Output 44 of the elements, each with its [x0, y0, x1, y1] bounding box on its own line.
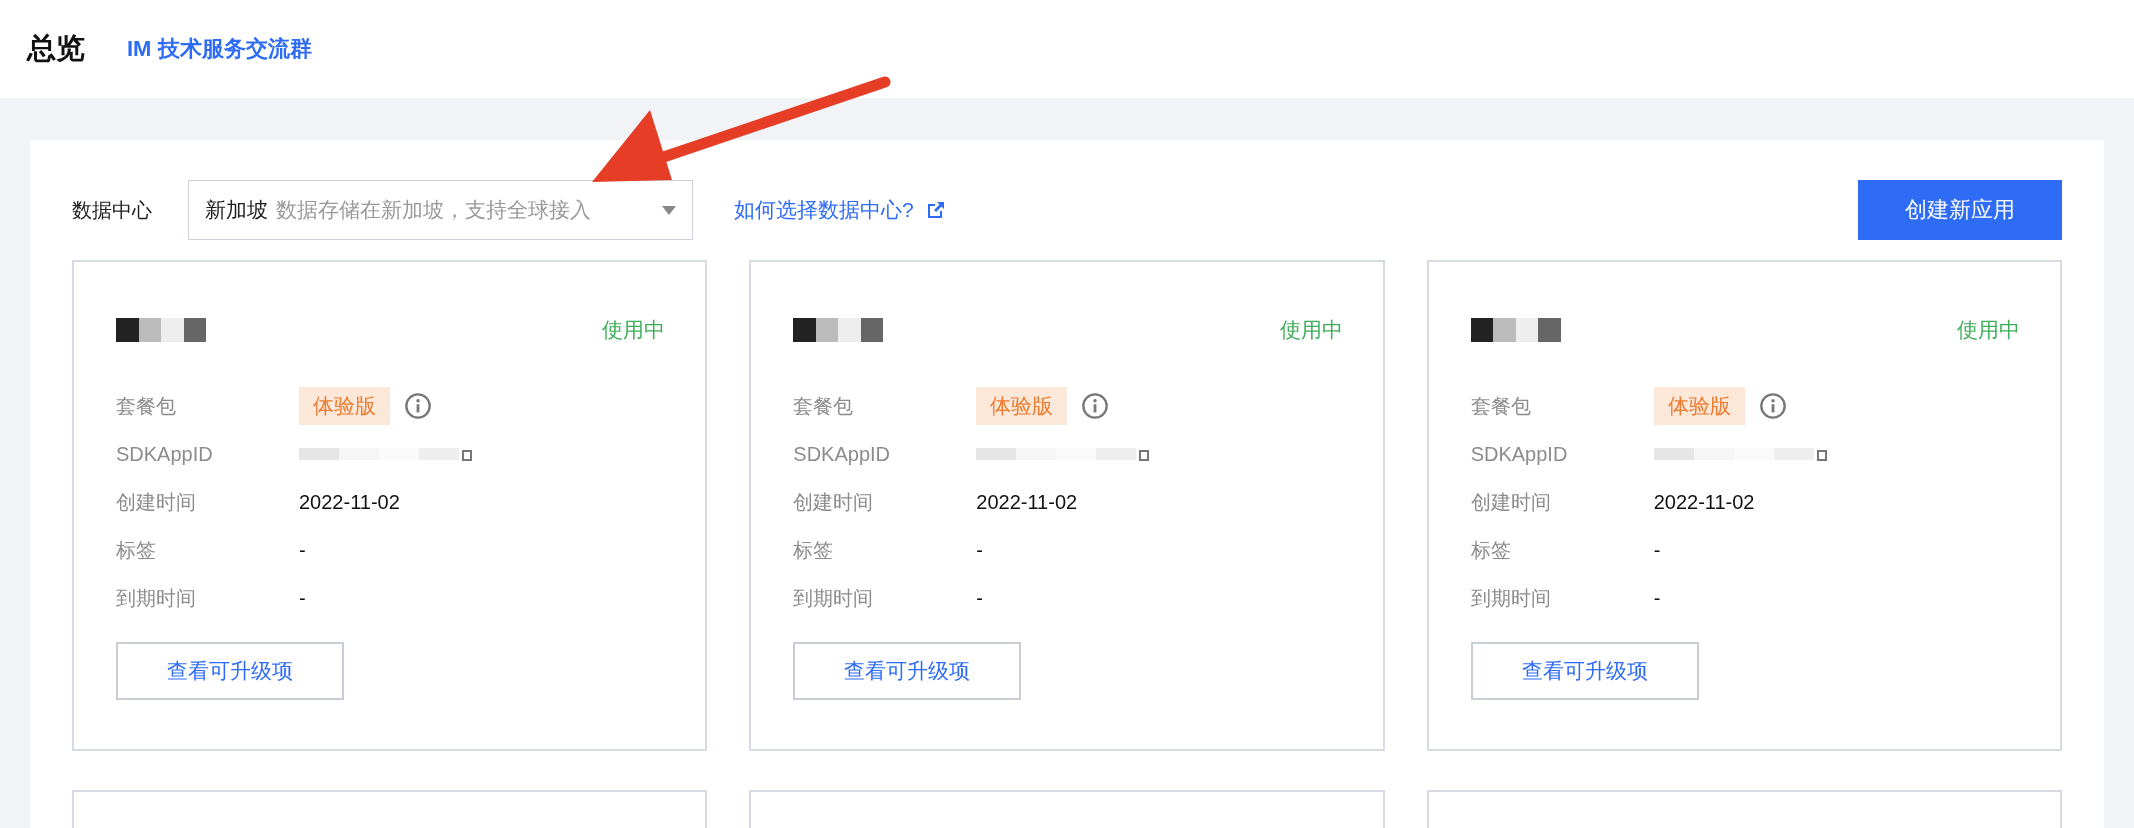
field-label: 套餐包 — [793, 393, 855, 419]
caret-icon — [662, 205, 676, 215]
field-label: 创建时间 — [116, 489, 197, 515]
field-label: SDKAppID — [793, 442, 892, 466]
field-label: SDKAppID — [1470, 442, 1569, 466]
help-link[interactable]: 如何选择数据中心? — [734, 196, 914, 224]
info-icon[interactable] — [404, 392, 432, 420]
info-icon[interactable] — [1081, 392, 1110, 420]
field-value: - — [976, 586, 983, 610]
field-value: 2022-11-02 — [1653, 490, 1755, 514]
view-upgrades-button[interactable]: 查看可升级项 — [793, 642, 1022, 700]
data-center-label: 数据中心 — [72, 197, 153, 223]
field-value: - — [976, 538, 983, 562]
data-center-select[interactable]: 新加坡 数据存储在新加坡，支持全球接入 — [188, 180, 693, 240]
field-label: 到期时间 — [116, 585, 197, 611]
field-value: - — [1653, 538, 1661, 562]
field-label: 标签 — [116, 537, 157, 563]
view-upgrades-button[interactable]: 查看可升级项 — [116, 642, 344, 700]
field-value: - — [1653, 586, 1661, 610]
page-title: 总览 — [27, 31, 85, 66]
plan-badge: 体验版 — [976, 387, 1068, 425]
external-link-icon[interactable] — [925, 200, 946, 220]
field-value: 2022-11-02 — [976, 490, 1078, 514]
field-value: 2022-11-02 — [299, 490, 400, 514]
field-value: - — [299, 538, 306, 562]
field-label: 到期时间 — [1470, 585, 1552, 611]
info-icon[interactable] — [1758, 392, 1787, 420]
field-label: 标签 — [1470, 537, 1512, 563]
field-label: 套餐包 — [1470, 393, 1532, 419]
status-text: 使用中 — [602, 317, 666, 343]
status-text: 使用中 — [1279, 317, 1343, 343]
view-upgrades-button[interactable]: 查看可升级项 — [1470, 642, 1699, 700]
field-label: 创建时间 — [793, 489, 875, 515]
field-label: 创建时间 — [1470, 489, 1552, 515]
group-link[interactable]: IM 技术服务交流群 — [127, 34, 312, 64]
create-app-button[interactable]: 创建新应用 — [1858, 180, 2062, 240]
field-label: 到期时间 — [793, 585, 875, 611]
plan-badge: 体验版 — [1653, 387, 1745, 425]
field-value: - — [299, 586, 306, 610]
plan-badge: 体验版 — [299, 387, 390, 425]
field-label: SDKAppID — [116, 442, 214, 466]
field-label: 标签 — [793, 537, 835, 563]
field-label: 套餐包 — [116, 393, 177, 419]
status-text: 使用中 — [1957, 317, 2020, 343]
